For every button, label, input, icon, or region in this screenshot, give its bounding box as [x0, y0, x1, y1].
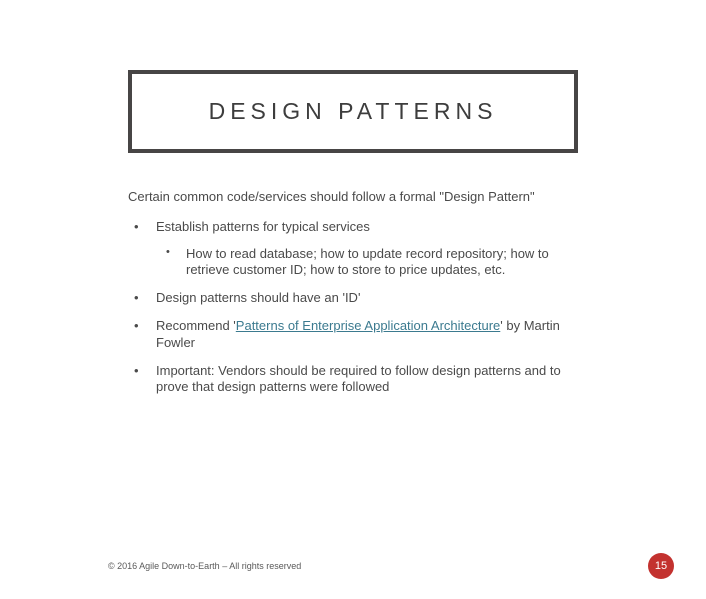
list-item: Important: Vendors should be required to… [128, 363, 578, 396]
list-item: Design patterns should have an 'ID' [128, 290, 578, 306]
list-item: Establish patterns for typical services … [128, 219, 578, 278]
bullet-text: Design patterns should have an 'ID' [156, 290, 360, 305]
copyright-footer: © 2016 Agile Down-to-Earth – All rights … [108, 561, 301, 571]
bullet-text: How to read database; how to update reco… [186, 246, 549, 277]
bullet-list: Establish patterns for typical services … [128, 219, 578, 395]
list-item: How to read database; how to update reco… [156, 246, 578, 279]
page-number: 15 [655, 560, 667, 572]
sub-bullet-list: How to read database; how to update reco… [156, 246, 578, 279]
page-number-badge: 15 [648, 553, 674, 579]
bullet-text: Important: Vendors should be required to… [156, 363, 561, 394]
intro-text: Certain common code/services should foll… [128, 189, 578, 205]
title-box: DESIGN PATTERNS [128, 70, 578, 153]
content-body: Certain common code/services should foll… [128, 189, 578, 395]
bullet-text-pre: Recommend ' [156, 318, 236, 333]
bullet-text: Establish patterns for typical services [156, 219, 370, 234]
list-item: Recommend 'Patterns of Enterprise Applic… [128, 318, 578, 351]
slide-title: DESIGN PATTERNS [142, 98, 564, 125]
book-link[interactable]: Patterns of Enterprise Application Archi… [236, 318, 500, 333]
